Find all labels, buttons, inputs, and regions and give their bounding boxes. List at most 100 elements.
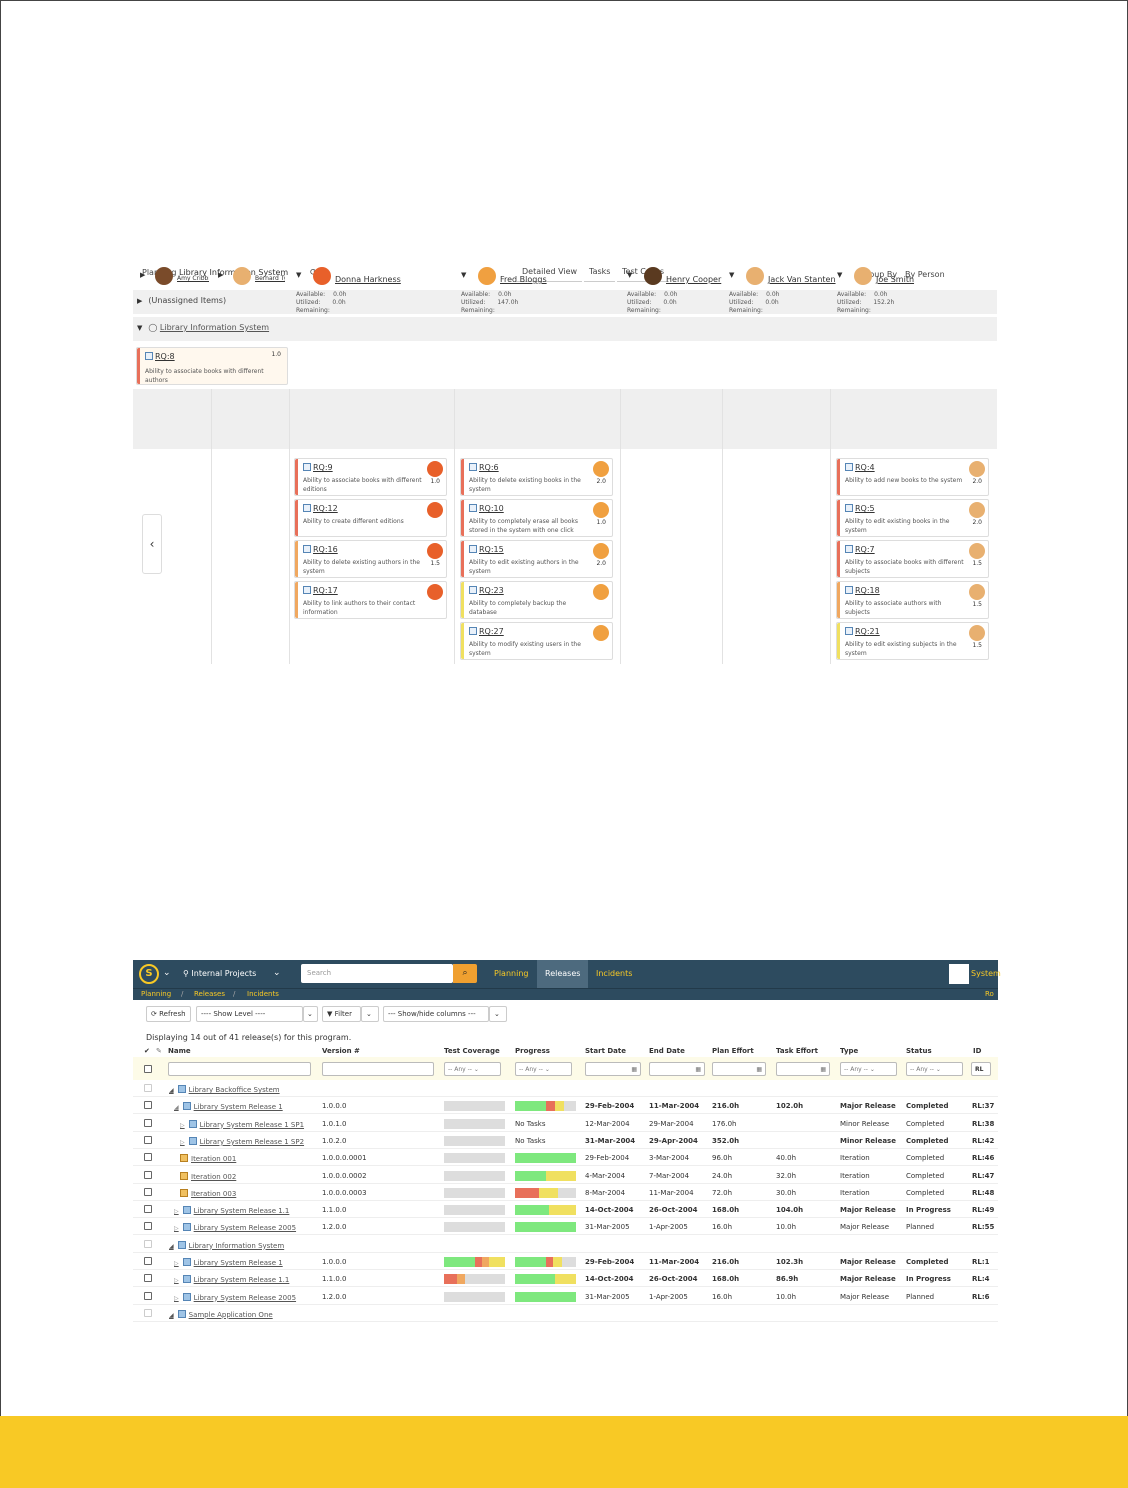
search-input[interactable]: Search (301, 964, 453, 983)
version-filter-input[interactable] (322, 1062, 434, 1076)
requirement-link[interactable]: RQ:21 (845, 627, 880, 636)
table-row[interactable]: ▷ Library System Release 1 SP2 1.0.2.0 No T… (133, 1132, 998, 1149)
requirement-card[interactable]: RQ:18 Ability to associate authors with s… (836, 581, 989, 619)
name-filter-input[interactable] (168, 1062, 311, 1076)
progress-filter[interactable]: -- Any -- ⌄ (515, 1062, 572, 1076)
table-row[interactable]: ◢ Library System Release 1 1.0.0.0 29-Feb-2… (133, 1097, 998, 1115)
requirement-card[interactable]: RQ:23 Ability to completely backup the da… (460, 581, 613, 619)
requirement-link[interactable]: RQ:6 (469, 463, 499, 472)
start-date-filter[interactable]: ▦ (585, 1062, 641, 1076)
row-checkbox[interactable] (144, 1187, 152, 1196)
release-name-link[interactable]: ▷ Library System Release 1 SP2 (180, 1136, 304, 1146)
row-checkbox[interactable] (144, 1308, 152, 1317)
table-row[interactable]: ▷ Library System Release 2005 1.2.0.0 31-Ma… (133, 1288, 998, 1305)
table-row[interactable]: ▷ Library System Release 1 1.0.0.0 29-Feb-2… (133, 1253, 998, 1270)
requirement-card[interactable]: RQ:10 Ability to completely erase all boo… (460, 499, 613, 537)
expand-icon[interactable]: ▶ (218, 271, 223, 279)
header-version[interactable]: Version # (322, 1047, 360, 1055)
requirement-link[interactable]: RQ:12 (303, 504, 338, 513)
requirement-card[interactable]: RQ:17 Ability to link authors to their co… (294, 581, 447, 619)
requirement-card[interactable]: RQ:8 Ability to associate books with dif… (136, 347, 288, 385)
requirement-card[interactable]: RQ:5 Ability to edit existing books in th… (836, 499, 989, 537)
requirement-card[interactable]: RQ:6 Ability to delete existing books in … (460, 458, 613, 496)
refresh-button[interactable]: ⟳ Refresh (146, 1006, 191, 1022)
filter-menu-chevron-icon[interactable]: ⌄ (361, 1006, 379, 1022)
header-type[interactable]: Type (840, 1047, 858, 1055)
user-name[interactable]: System (971, 969, 1001, 978)
row-checkbox[interactable] (144, 1170, 152, 1179)
requirement-link[interactable]: RQ:10 (469, 504, 504, 513)
header-task-effort[interactable]: Task Effort (776, 1047, 818, 1055)
header-id[interactable]: ID (973, 1047, 981, 1055)
requirement-link[interactable]: RQ:16 (303, 545, 338, 554)
expand-icon[interactable]: ▼ (296, 271, 301, 279)
release-name-link[interactable]: ▷ Library System Release 1 (174, 1258, 283, 1267)
requirement-link[interactable]: RQ:7 (845, 545, 875, 554)
expand-icon[interactable]: ▶ (140, 271, 145, 279)
plan-effort-filter[interactable]: ▦ (712, 1062, 766, 1076)
expand-icon[interactable]: ▼ (837, 271, 842, 279)
release-name-link[interactable]: Iteration 001 (180, 1154, 236, 1163)
row-checkbox[interactable] (144, 1084, 152, 1092)
program-group-row[interactable]: ◢ Library Backoffice System (133, 1080, 998, 1097)
breadcrumb-incidents[interactable]: Incidents (247, 990, 279, 998)
filter-button[interactable]: ▼ Filter (322, 1006, 361, 1022)
requirement-card[interactable]: RQ:16 Ability to delete existing authors … (294, 540, 447, 578)
end-date-filter[interactable]: ▦ (649, 1062, 705, 1076)
row-checkbox[interactable] (144, 1135, 152, 1144)
header-status[interactable]: Status (906, 1047, 932, 1055)
task-effort-filter[interactable]: ▦ (776, 1062, 830, 1076)
group-name-link[interactable]: ◢ Library Backoffice System (169, 1085, 280, 1094)
program-group-row[interactable]: ◢ Library Information System (133, 1236, 998, 1253)
group-name-link[interactable]: ◢ Sample Application One (169, 1309, 273, 1319)
prev-page-button[interactable]: ‹ (142, 514, 162, 574)
select-all-checkbox[interactable] (144, 1065, 152, 1073)
header-test-coverage[interactable]: Test Coverage (444, 1047, 500, 1055)
table-row[interactable]: ▷ Library System Release 2005 1.2.0.0 31-Ma… (133, 1218, 998, 1236)
requirement-link[interactable]: RQ:8 (145, 352, 175, 361)
project-menu[interactable]: ⚲ Internal Projects (183, 969, 256, 978)
requirement-card[interactable]: RQ:21 Ability to edit existing subjects i… (836, 622, 989, 660)
table-row[interactable]: Iteration 003 1.0.0.0.0003 8-Mar-2004 11-Ma… (133, 1184, 998, 1201)
collapse-icon[interactable]: ▼ (137, 324, 142, 332)
requirement-link[interactable]: RQ:9 (303, 463, 333, 472)
requirement-card[interactable]: RQ:15 Ability to edit existing authors in… (460, 540, 613, 578)
show-hide-columns-select[interactable]: --- Show/hide columns --- (383, 1006, 489, 1022)
release-name-link[interactable]: ◢ Library System Release 1 (174, 1102, 283, 1111)
tab-releases[interactable]: Releases (537, 960, 589, 988)
type-filter[interactable]: -- Any -- ⌄ (840, 1062, 897, 1076)
requirement-link[interactable]: RQ:5 (845, 504, 875, 513)
group-name-link[interactable]: ◢ Library Information System (169, 1240, 284, 1250)
spira-logo[interactable]: S (139, 964, 159, 984)
row-checkbox[interactable] (144, 1239, 152, 1248)
show-level-select[interactable]: ---- Show Level ---- (196, 1006, 303, 1022)
expand-icon[interactable]: ▼ (729, 271, 734, 279)
release-link[interactable]: Library Information System (160, 323, 269, 332)
release-name-link[interactable]: Iteration 002 (180, 1171, 236, 1181)
table-row[interactable]: ▷ Library System Release 1 SP1 1.0.1.0 No T… (133, 1115, 998, 1132)
release-name-link[interactable]: Iteration 003 (180, 1188, 236, 1198)
table-row[interactable]: Iteration 001 1.0.0.0.0001 29-Feb-2004 3-Ma… (133, 1149, 998, 1167)
person-name-link[interactable]: Jack Van Stanten (768, 275, 836, 284)
tab-planning[interactable]: Planning (486, 960, 536, 988)
project-chevron-icon[interactable]: ⌄ (273, 968, 281, 978)
requirement-link[interactable]: RQ:23 (469, 586, 504, 595)
requirement-link[interactable]: RQ:18 (845, 586, 880, 595)
row-checkbox[interactable] (144, 1291, 152, 1300)
expand-icon[interactable]: ▼ (627, 271, 632, 279)
person-name-link[interactable]: Donna Harkness (335, 275, 401, 284)
chevron-down-icon[interactable]: ⌄ (303, 1006, 318, 1022)
select-all-icon[interactable]: ✔ (144, 1047, 150, 1055)
breadcrumb-releases[interactable]: Releases (194, 990, 225, 998)
chevron-down-icon[interactable]: ⌄ (163, 968, 171, 978)
requirement-card[interactable]: RQ:12 Ability to create different edition… (294, 499, 447, 537)
row-checkbox[interactable] (144, 1205, 152, 1214)
release-name-link[interactable]: ▷ Library System Release 1 SP1 (180, 1119, 304, 1129)
test-coverage-filter[interactable]: -- Any -- ⌄ (444, 1062, 501, 1076)
requirement-card[interactable]: RQ:27 Ability to modify existing users in… (460, 622, 613, 660)
row-checkbox[interactable] (144, 1101, 152, 1110)
person-name-link[interactable]: Amy Cribbins (177, 275, 209, 282)
requirement-link[interactable]: RQ:15 (469, 545, 504, 554)
table-row[interactable]: ▷ Library System Release 1.1 1.1.0.0 14-Oct… (133, 1270, 998, 1288)
row-checkbox[interactable] (144, 1274, 152, 1283)
